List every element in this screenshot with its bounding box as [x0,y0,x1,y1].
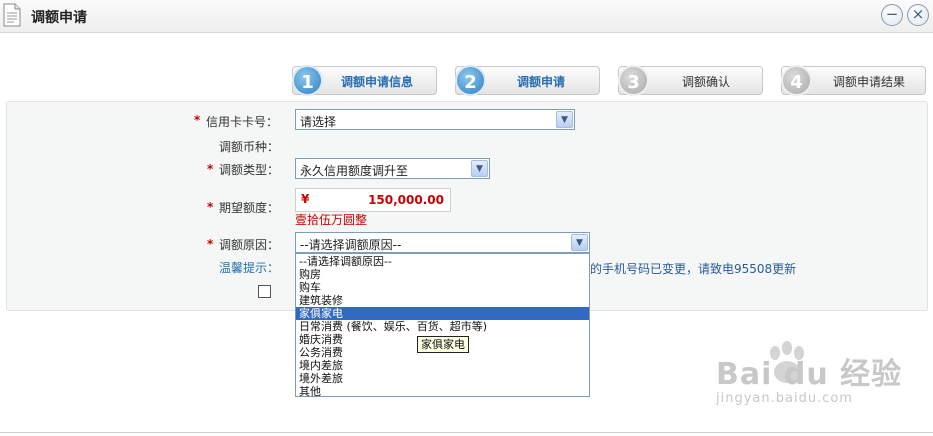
expected-amount-label: 期望额度： [219,201,280,215]
step-number: 3 [618,65,649,96]
amount-value: 150,000.00 [368,193,444,207]
card-number-value: 请选择 [300,115,337,129]
reason-option[interactable]: 购房 [296,268,589,281]
amount-in-words: 壹拾伍万圆整 [295,213,368,227]
step-label: 调额确认 [682,75,731,89]
step-number: 1 [292,65,323,96]
watermark-url: jingyan.baidu.com [716,391,853,406]
minimize-button[interactable]: − [881,4,903,26]
step-label: 调额申请 [517,75,566,89]
bottom-divider [0,432,933,433]
step-3: 3 调额确认 [618,65,763,96]
minimize-icon: − [885,5,899,23]
option-tooltip: 家俱家电 [417,336,469,353]
document-icon [3,3,21,27]
reason-option[interactable]: 境内差旅 [296,359,589,372]
reason-value: --请选择调额原因-- [300,238,402,252]
reason-option-selected[interactable]: 家俱家电 [296,307,589,320]
reason-select[interactable]: --请选择调额原因-- ▼ [295,232,590,253]
tip-text: 的手机号码已变更，请致电95508更新 [590,262,797,276]
reason-option[interactable]: 购车 [296,281,589,294]
adjust-type-select[interactable]: 永久信用额度调升至 ▼ [295,158,490,179]
reason-dropdown-list[interactable]: --请选择调额原因-- 购房 购车 建筑装修 家俱家电 日常消费 (餐饮、娱乐、… [295,253,590,398]
reason-option[interactable]: 其他 [296,385,589,398]
reason-option[interactable]: --请选择调额原因-- [296,255,589,268]
step-label: 调额申请信息 [341,75,414,89]
required-mark: * [207,162,214,176]
title-bar: 调额申请 − × [0,0,933,33]
card-number-label: 信用卡卡号： [206,115,279,129]
step-1: 1 调额申请信息 [292,65,437,96]
close-button[interactable]: × [907,4,929,26]
chevron-down-icon[interactable]: ▼ [556,111,573,128]
reason-option[interactable]: 日常消费 (餐饮、娱乐、百货、超市等) [296,320,589,333]
currency-label: 调额币种： [219,140,280,154]
required-mark: * [207,237,214,251]
window-title: 调额申请 [31,10,87,26]
card-number-select[interactable]: 请选择 ▼ [295,109,575,130]
chevron-down-icon[interactable]: ▼ [571,234,588,251]
reason-option[interactable]: 建筑装修 [296,294,589,307]
agree-checkbox[interactable] [258,285,271,298]
step-number: 4 [781,65,812,96]
step-number: 2 [455,65,486,96]
close-icon: × [911,5,925,23]
step-2: 2 调额申请 [455,65,600,96]
step-4: 4 调额申请结果 [781,65,926,96]
required-mark: * [207,200,214,214]
adjust-type-label: 调额类型： [219,163,280,177]
reason-label: 调额原因： [219,238,280,252]
tip-label: 温馨提示： [219,261,280,275]
step-label: 调额申请结果 [833,75,906,89]
baidu-watermark: Bai du 经验 jingyan.baidu.com [716,335,916,415]
adjust-type-value: 永久信用额度调升至 [300,164,409,178]
reason-option[interactable]: 境外差旅 [296,372,589,385]
required-mark: * [194,113,201,127]
expected-amount-input[interactable]: ¥ 150,000.00 [295,188,451,212]
chevron-down-icon[interactable]: ▼ [471,160,488,177]
watermark-brand: Bai du 经验 [716,357,903,392]
currency-symbol: ¥ [301,192,310,206]
